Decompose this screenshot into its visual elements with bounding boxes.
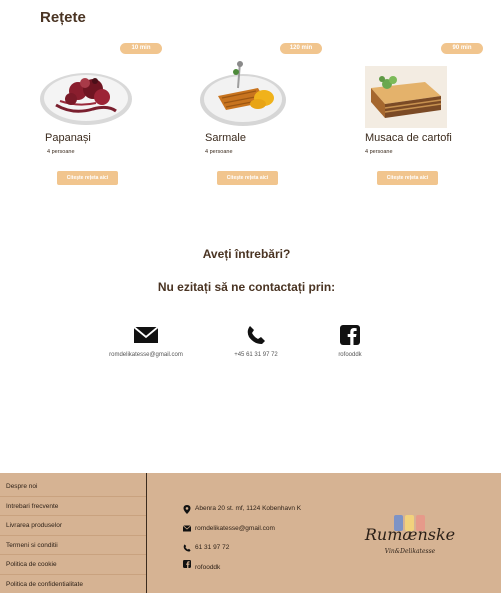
contact-email[interactable]: romdelikatesse@gmail.com — [96, 325, 196, 358]
questions-title: Aveți întrebări? — [202, 247, 291, 261]
recipe-card-papanasi: 10 min Papanași 4 persoane Citește rețet… — [20, 40, 170, 190]
recipe-card-sarmale: 120 min Sarmale 4 persoane Citește rețet… — [180, 40, 330, 190]
location-pin-icon — [183, 505, 191, 514]
recipe-card-musaca: 90 min Musaca de cartofi 4 persoane Cite… — [340, 40, 490, 190]
papanasi-image — [40, 73, 132, 125]
read-recipe-button[interactable]: Citește rețeta aici — [377, 171, 438, 185]
contact-facebook[interactable]: rofooddk — [300, 325, 400, 358]
musaca-image — [365, 66, 447, 128]
recipe-servings: 4 persoane — [205, 149, 233, 155]
phone-icon — [183, 544, 191, 552]
questions-subtitle: Nu ezitați să ne contactați prin: — [157, 280, 336, 294]
site-footer: Despre noi Intrebari frecvente Livrarea … — [0, 473, 503, 593]
envelope-icon — [183, 525, 191, 532]
contact-email-text: romdelikatesse@gmail.com — [109, 352, 183, 358]
facebook-icon — [183, 560, 191, 568]
contact-phone[interactable]: +45 61 31 97 72 — [206, 325, 306, 358]
contact-phone-text: +45 61 31 97 72 — [234, 352, 278, 358]
facebook-icon — [340, 325, 360, 345]
sarmale-image — [200, 61, 286, 126]
footer-links: Despre noi Intrebari frecvente Livrarea … — [0, 477, 146, 593]
footer-link-about[interactable]: Despre noi — [0, 477, 146, 497]
footer-link-terms[interactable]: Termeni si conditii — [0, 536, 146, 555]
logo-name: Rumænske — [364, 525, 456, 544]
logo-tagline: Vin&Delikatesse — [384, 548, 436, 555]
brand-logo[interactable]: Rumænske Vin&Delikatesse — [360, 515, 460, 565]
recipe-servings: 4 persoane — [365, 149, 393, 155]
time-badge: 10 min — [120, 43, 162, 54]
footer-divider — [146, 473, 147, 593]
time-badge: 120 min — [280, 43, 322, 54]
time-badge: 90 min — [441, 43, 483, 54]
recipe-servings: 4 persoane — [47, 149, 75, 155]
recipe-name: Papanași — [45, 132, 91, 144]
footer-link-faq[interactable]: Intrebari frecvente — [0, 497, 146, 516]
recipe-name: Sarmale — [205, 132, 246, 144]
recipe-name: Musaca de cartofi — [365, 132, 452, 144]
read-recipe-button[interactable]: Citește rețeta aici — [217, 171, 278, 185]
footer-email-text: romdelikatesse@gmail.com — [195, 525, 275, 532]
footer-address-text: Abenra 20 st. mf, 1124 Kobenhavn K — [195, 505, 302, 512]
page-title: Rețete — [40, 9, 86, 26]
envelope-icon — [133, 326, 159, 343]
read-recipe-button[interactable]: Citește rețeta aici — [57, 171, 118, 185]
contact-facebook-text: rofooddk — [338, 352, 362, 358]
footer-link-privacy[interactable]: Politica de confidentialitate — [0, 575, 146, 593]
footer-facebook-text: rofooddk — [195, 564, 221, 571]
footer-link-cookie[interactable]: Politica de cookie — [0, 555, 146, 575]
phone-icon — [247, 326, 265, 344]
footer-link-delivery[interactable]: Livrarea produselor — [0, 516, 146, 536]
footer-phone-text: 61 31 97 72 — [195, 544, 230, 551]
